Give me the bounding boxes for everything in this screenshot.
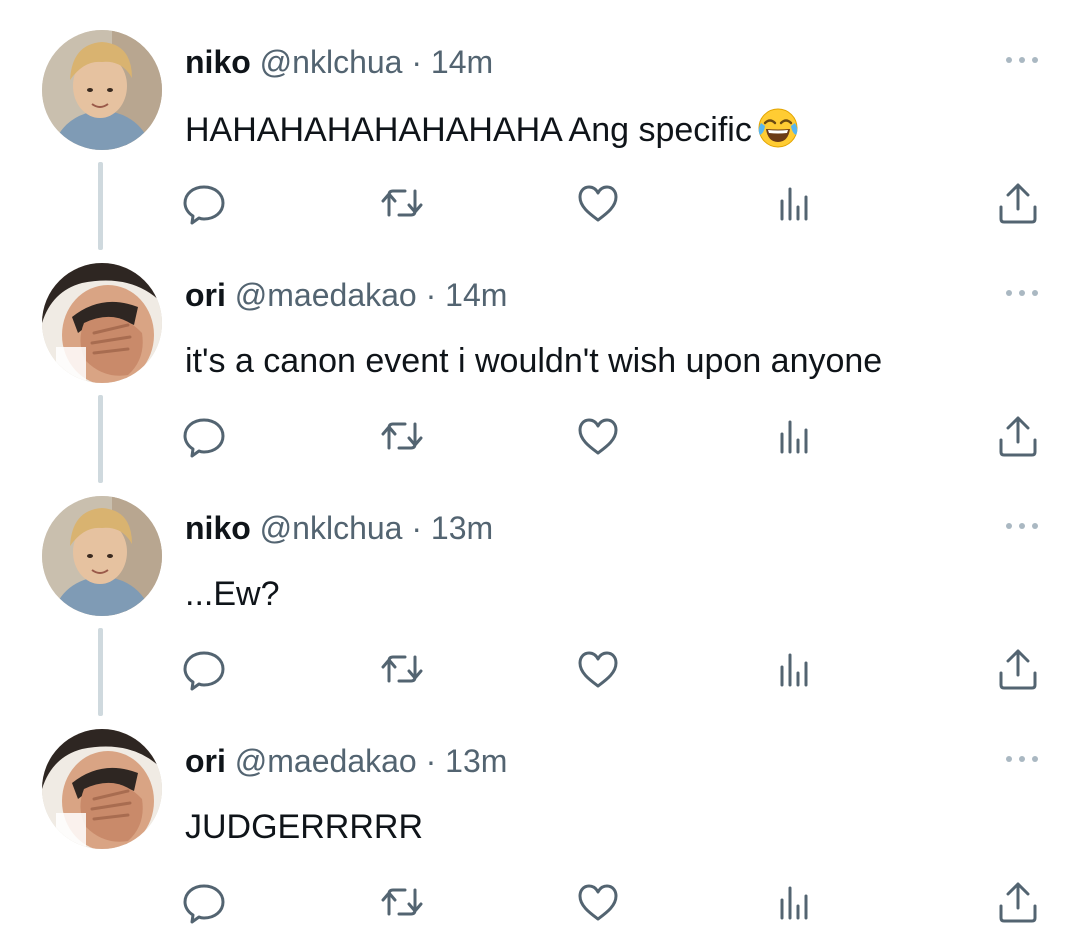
- retweet-icon[interactable]: [378, 179, 426, 227]
- avatar[interactable]: [42, 263, 162, 383]
- timestamp[interactable]: 14m: [445, 277, 507, 313]
- tweet-text: JUDGERRRRR: [185, 808, 423, 846]
- avatar[interactable]: [42, 729, 162, 849]
- share-icon[interactable]: [994, 878, 1042, 926]
- tweet[interactable]: ori @maedakao · 14m it's a canon event i…: [0, 233, 1080, 483]
- more-options-icon[interactable]: [1004, 52, 1040, 68]
- like-icon[interactable]: [574, 645, 622, 693]
- more-options-icon[interactable]: [1004, 285, 1040, 301]
- display-name[interactable]: ori: [185, 743, 226, 779]
- display-name[interactable]: ori: [185, 277, 226, 313]
- separator: ·: [425, 743, 437, 779]
- separator: ·: [425, 277, 437, 313]
- reply-icon[interactable]: [180, 645, 228, 693]
- user-handle[interactable]: @nklchua: [260, 510, 403, 546]
- display-name[interactable]: niko: [185, 44, 251, 80]
- tweet-actions: [0, 874, 1080, 930]
- avatar[interactable]: [42, 30, 162, 150]
- tweet-header: ori @maedakao · 14m: [185, 275, 507, 315]
- display-name[interactable]: niko: [185, 510, 251, 546]
- reply-thread: niko @nklchua · 14m HAHAHAHAHAHAHAHA Ang…: [0, 0, 1080, 948]
- tweet-actions: [0, 408, 1080, 464]
- like-icon[interactable]: [574, 412, 622, 460]
- like-icon[interactable]: [574, 878, 622, 926]
- reply-icon[interactable]: [180, 878, 228, 926]
- views-icon[interactable]: [772, 878, 820, 926]
- avatar[interactable]: [42, 496, 162, 616]
- tweet-actions: [0, 175, 1080, 231]
- tweet-text-content: HAHAHAHAHAHAHAHA Ang specific: [185, 111, 752, 149]
- tweet-text: it's a canon event i wouldn't wish upon …: [185, 342, 883, 380]
- tweet-text: ...Ew?: [185, 575, 280, 613]
- user-handle[interactable]: @maedakao: [235, 277, 417, 313]
- retweet-icon[interactable]: [378, 645, 426, 693]
- user-handle[interactable]: @nklchua: [260, 44, 403, 80]
- tweet[interactable]: niko @nklchua · 14m HAHAHAHAHAHAHAHA Ang…: [0, 0, 1080, 250]
- tweet-header: niko @nklchua · 13m: [185, 508, 493, 548]
- tweet-text: HAHAHAHAHAHAHAHA Ang specific: [185, 106, 800, 152]
- tweet[interactable]: niko @nklchua · 13m ...Ew?: [0, 466, 1080, 716]
- tweet-header: ori @maedakao · 13m: [185, 741, 507, 781]
- reply-icon[interactable]: [180, 412, 228, 460]
- like-icon[interactable]: [574, 179, 622, 227]
- face-with-tears-of-joy-icon: [756, 106, 800, 150]
- share-icon[interactable]: [994, 645, 1042, 693]
- more-options-icon[interactable]: [1004, 751, 1040, 767]
- views-icon[interactable]: [772, 412, 820, 460]
- more-options-icon[interactable]: [1004, 518, 1040, 534]
- timestamp[interactable]: 13m: [445, 743, 507, 779]
- user-handle[interactable]: @maedakao: [235, 743, 417, 779]
- timestamp[interactable]: 13m: [431, 510, 493, 546]
- timestamp[interactable]: 14m: [431, 44, 493, 80]
- views-icon[interactable]: [772, 645, 820, 693]
- share-icon[interactable]: [994, 412, 1042, 460]
- tweet-actions: [0, 641, 1080, 697]
- tweet[interactable]: ori @maedakao · 13m JUDGERRRRR: [0, 699, 1080, 932]
- reply-icon[interactable]: [180, 179, 228, 227]
- separator: ·: [411, 44, 422, 80]
- separator: ·: [411, 510, 422, 546]
- tweet-header: niko @nklchua · 14m: [185, 42, 493, 82]
- views-icon[interactable]: [772, 179, 820, 227]
- retweet-icon[interactable]: [378, 412, 426, 460]
- share-icon[interactable]: [994, 179, 1042, 227]
- retweet-icon[interactable]: [378, 878, 426, 926]
